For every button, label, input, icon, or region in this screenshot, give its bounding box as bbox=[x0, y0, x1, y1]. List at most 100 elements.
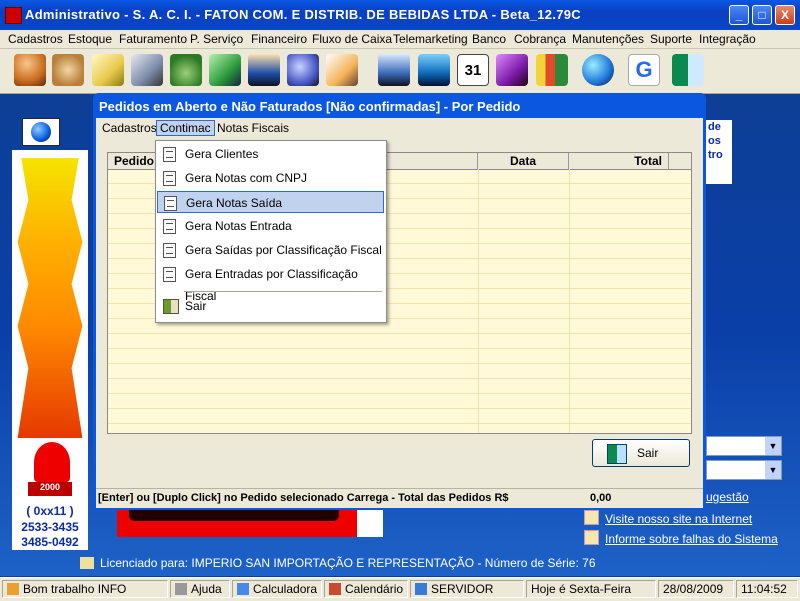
calendar-icon bbox=[329, 583, 341, 595]
table-row[interactable] bbox=[108, 409, 691, 424]
notes-icon[interactable] bbox=[92, 54, 124, 86]
document-icon bbox=[163, 243, 176, 258]
home-icon bbox=[584, 510, 599, 525]
child-menu-notas-fiscais[interactable]: Notas Fiscais bbox=[217, 121, 289, 135]
main-title-bar: Administrativo - S. A. C. I. - FATON COM… bbox=[0, 0, 800, 30]
report-icon bbox=[584, 530, 599, 545]
exit-door-icon bbox=[607, 444, 627, 464]
document-icon bbox=[163, 171, 176, 186]
menu-separator bbox=[184, 291, 382, 292]
combo-box-2[interactable]: ▼ bbox=[706, 460, 782, 480]
status-weekday: Hoje é Sexta-Feira bbox=[526, 580, 656, 598]
orders-status-total: 0,00 bbox=[590, 492, 612, 504]
help-icon bbox=[175, 583, 187, 595]
person-icon[interactable] bbox=[248, 54, 280, 86]
close-button[interactable]: X bbox=[775, 5, 795, 25]
status-message: Bom trabalho INFO bbox=[2, 580, 168, 598]
money-bag-icon[interactable] bbox=[170, 54, 202, 86]
table-row[interactable] bbox=[108, 349, 691, 364]
child-menu-cadastros[interactable]: Cadastros bbox=[102, 121, 157, 135]
menu-telemarketing[interactable]: Telemarketing bbox=[393, 32, 468, 46]
orders-status-text: [Enter] ou [Duplo Click] no Pedido selec… bbox=[98, 492, 509, 504]
exit-icon bbox=[163, 299, 179, 314]
status-date: 28/08/2009 bbox=[658, 580, 734, 598]
cash-icon[interactable] bbox=[209, 54, 241, 86]
orders-status-bar: [Enter] ou [Duplo Click] no Pedido selec… bbox=[96, 488, 703, 508]
site-link[interactable]: Visite nosso site na Internet bbox=[584, 510, 752, 526]
exit-door-icon[interactable] bbox=[672, 54, 704, 86]
status-server: SERVIDOR bbox=[410, 580, 524, 598]
chevron-down-icon[interactable]: ▼ bbox=[765, 437, 781, 455]
status-calculator-button[interactable]: Calculadora bbox=[232, 580, 322, 598]
edit-icon[interactable] bbox=[326, 54, 358, 86]
terminal-icon[interactable] bbox=[378, 54, 410, 86]
bug-report-link[interactable]: Informe sobre falhas do Sistema bbox=[584, 530, 778, 546]
pen-icon bbox=[80, 557, 94, 569]
grid-header-total[interactable]: Total bbox=[569, 153, 669, 169]
main-menubar: Cadastros Estoque Faturamento P. Serviço… bbox=[0, 30, 800, 49]
brand-logo bbox=[17, 158, 83, 438]
table-row[interactable] bbox=[108, 334, 691, 349]
menu-p-servico[interactable]: P. Serviço bbox=[190, 32, 243, 46]
pen-icon[interactable] bbox=[131, 54, 163, 86]
server-icon bbox=[415, 583, 427, 595]
menu-faturamento[interactable]: Faturamento bbox=[119, 32, 187, 46]
globe-button[interactable] bbox=[22, 118, 60, 146]
menu-item-gera-saidas-classificacao[interactable]: Gera Saídas por Classificação Fiscal bbox=[157, 239, 384, 261]
child-menu-contimac[interactable]: Contimac bbox=[156, 120, 215, 136]
left-brand-panel: 2000 ( 0xx11 ) 2533-3435 3485-0492 bbox=[12, 150, 88, 550]
globe-icon bbox=[31, 122, 51, 142]
menu-integracao[interactable]: Integração bbox=[699, 32, 756, 46]
calculator-icon bbox=[237, 583, 249, 595]
document-icon bbox=[164, 196, 177, 211]
menu-item-gera-notas-cnpj[interactable]: Gera Notas com CNPJ bbox=[157, 167, 384, 189]
calculator-icon[interactable] bbox=[418, 54, 450, 86]
status-time: 11:04:52 bbox=[736, 580, 798, 598]
document-icon bbox=[163, 267, 176, 282]
menu-item-gera-notas-saida[interactable]: Gera Notas Saída bbox=[157, 191, 384, 213]
book-icon[interactable] bbox=[496, 54, 528, 86]
sair-button-label: Sair bbox=[637, 446, 659, 460]
status-calendar-button[interactable]: Calendário bbox=[324, 580, 408, 598]
sair-button[interactable]: Sair bbox=[592, 439, 690, 467]
right-info-card: de os tro bbox=[706, 120, 732, 184]
menu-suporte[interactable]: Suporte bbox=[650, 32, 692, 46]
gears-icon[interactable] bbox=[287, 54, 319, 86]
table-row[interactable] bbox=[108, 394, 691, 409]
menu-fluxo-de-caixa[interactable]: Fluxo de Caixa bbox=[312, 32, 392, 46]
child-menubar: Cadastros Contimac Notas Fiscais bbox=[96, 118, 703, 138]
calendar-icon[interactable]: 31 bbox=[457, 54, 489, 86]
menu-banco[interactable]: Banco bbox=[472, 32, 506, 46]
contimac-dropdown: Gera Clientes Gera Notas com CNPJ Gera N… bbox=[155, 140, 387, 323]
chevron-down-icon[interactable]: ▼ bbox=[765, 461, 781, 479]
minimize-button[interactable]: _ bbox=[729, 5, 749, 25]
handshake-icon[interactable] bbox=[52, 54, 84, 86]
combo-box-1[interactable]: ▼ bbox=[706, 436, 782, 456]
menu-item-gera-notas-entrada[interactable]: Gera Notas Entrada bbox=[157, 215, 384, 237]
app-icon bbox=[5, 7, 22, 24]
orders-window-title: Pedidos em Aberto e Não Faturados [Não c… bbox=[99, 99, 521, 114]
mascot-image bbox=[34, 442, 70, 482]
table-row[interactable] bbox=[108, 364, 691, 379]
google-icon[interactable]: G bbox=[628, 54, 660, 86]
bar-chart-icon[interactable] bbox=[536, 54, 568, 86]
status-help-button[interactable]: Ajuda bbox=[170, 580, 230, 598]
suggestion-link[interactable]: ugestão bbox=[706, 490, 749, 504]
menu-item-sair[interactable]: Sair bbox=[157, 295, 384, 317]
document-icon bbox=[163, 219, 176, 234]
menu-financeiro[interactable]: Financeiro bbox=[251, 32, 307, 46]
menu-item-gera-clientes[interactable]: Gera Clientes bbox=[157, 143, 384, 165]
maximize-button[interactable]: □ bbox=[752, 5, 772, 25]
users-icon[interactable] bbox=[14, 54, 46, 86]
grid-header-data[interactable]: Data bbox=[478, 153, 569, 169]
menu-cadastros[interactable]: Cadastros bbox=[8, 32, 63, 46]
menu-item-gera-entradas-classificacao[interactable]: Gera Entradas por Classificação Fiscal bbox=[157, 263, 384, 303]
menu-manutencoes[interactable]: Manutenções bbox=[572, 32, 644, 46]
menu-estoque[interactable]: Estoque bbox=[68, 32, 112, 46]
menu-cobranca[interactable]: Cobrança bbox=[514, 32, 566, 46]
phone-number-1: 2533-3435 bbox=[21, 520, 79, 534]
status-icon bbox=[7, 583, 19, 595]
globe-icon[interactable] bbox=[582, 54, 614, 86]
table-row[interactable] bbox=[108, 379, 691, 394]
license-info: Licenciado para: IMPERIO SAN IMPORTAÇÃO … bbox=[80, 556, 596, 570]
